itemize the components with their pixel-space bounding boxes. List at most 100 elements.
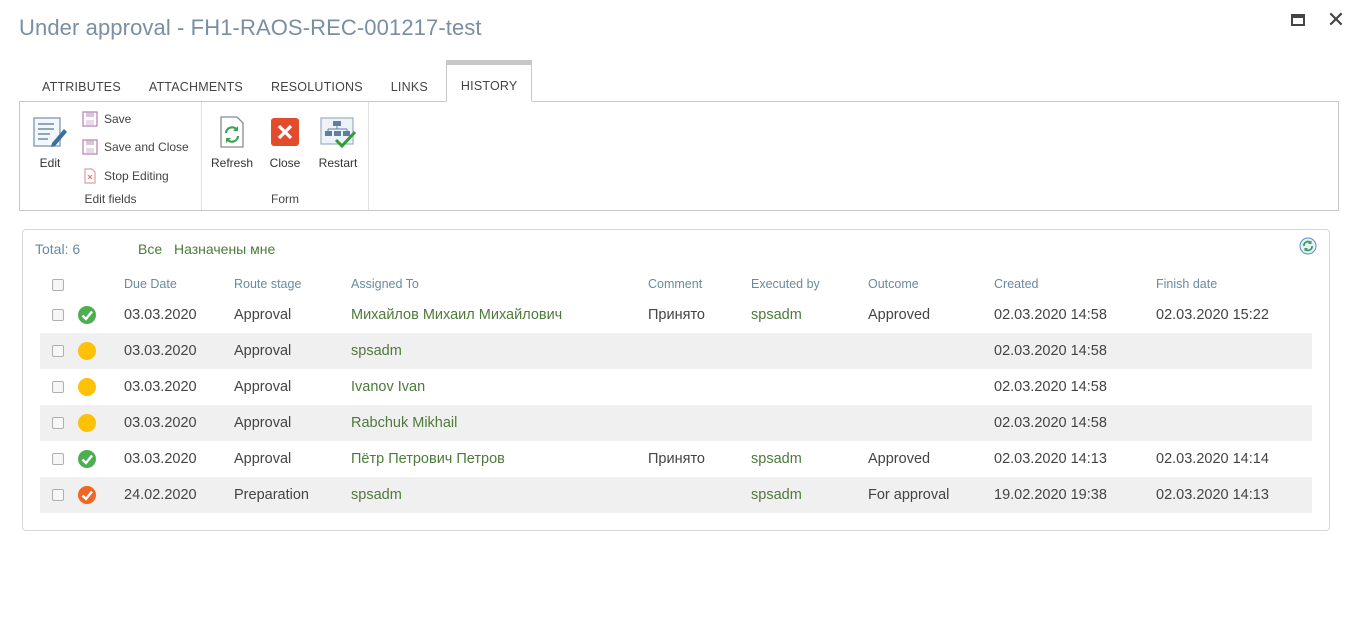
- comment-cell: [648, 405, 751, 441]
- restart-button[interactable]: Restart: [312, 114, 364, 170]
- assigned-to-link[interactable]: spsadm: [351, 477, 648, 513]
- created-cell: 02.03.2020 14:58: [994, 307, 1107, 323]
- close-button[interactable]: Close: [259, 114, 311, 170]
- created-cell: 02.03.2020 14:13: [994, 451, 1107, 467]
- assigned-to-link[interactable]: Rabchuk Mikhail: [351, 405, 648, 441]
- executed-by-link[interactable]: [751, 405, 868, 441]
- column-header[interactable]: Assigned To: [351, 271, 648, 297]
- row-checkbox[interactable]: [52, 309, 64, 322]
- select-all-checkbox[interactable]: [52, 278, 64, 291]
- save-icon: [82, 111, 98, 127]
- refresh-button[interactable]: Refresh: [206, 114, 258, 170]
- circle-icon: [78, 378, 96, 396]
- row-select-cell: [40, 369, 78, 405]
- maximize-button[interactable]: [1288, 10, 1308, 30]
- circle-icon: [78, 414, 96, 432]
- table-row[interactable]: 03.03.2020 Approval Михайлов Михаил Михайл…: [40, 297, 1312, 333]
- table-row[interactable]: 03.03.2020 Approval Ivanov Ivan 02.03.2020 …: [40, 369, 1312, 405]
- comment-cell: [648, 333, 751, 369]
- executed-by-link[interactable]: [751, 369, 868, 405]
- finish-date-cell: [1156, 369, 1312, 405]
- assigned-to-link[interactable]: spsadm: [351, 333, 648, 369]
- table-row[interactable]: 24.02.2020 Preparation spsadm spsadm For app…: [40, 477, 1312, 513]
- assigned-to-link[interactable]: Пётр Петрович Петров: [351, 441, 648, 477]
- outcome-cell: [868, 333, 994, 369]
- executed-by-link[interactable]: spsadm: [751, 441, 868, 477]
- column-header[interactable]: Finish date: [1156, 271, 1312, 297]
- filter-assigned-to-me[interactable]: Назначены мне: [174, 241, 275, 257]
- tab-bar: ATTRIBUTES ATTACHMENTS RESOLUTIONS LINKS…: [28, 60, 533, 102]
- save-and-close-button[interactable]: Save and Close: [82, 139, 189, 155]
- ribbon: Edit Save Save and Close Stop Editing Ed…: [19, 101, 1339, 211]
- row-checkbox[interactable]: [52, 417, 64, 430]
- column-header[interactable]: Route stage: [234, 271, 351, 297]
- due-date-cell: 03.03.2020: [124, 451, 197, 467]
- refresh-label: Refresh: [210, 156, 254, 170]
- comment-cell: Принято: [648, 307, 705, 323]
- row-checkbox[interactable]: [52, 453, 64, 466]
- outcome-cell: Approved: [868, 307, 931, 323]
- tab-attributes[interactable]: ATTRIBUTES: [28, 60, 135, 102]
- outcome-cell: For approval: [868, 477, 994, 513]
- column-header[interactable]: Comment: [648, 271, 751, 297]
- status-cell: [78, 297, 124, 333]
- comment-cell: [648, 477, 751, 513]
- finish-date-cell: [1156, 333, 1312, 369]
- check-circle-orange-icon: [78, 486, 96, 504]
- row-select-cell: [40, 441, 78, 477]
- refresh-list-icon[interactable]: [1299, 237, 1317, 255]
- restart-label: Restart: [318, 156, 358, 170]
- tab-attachments[interactable]: ATTACHMENTS: [135, 60, 257, 102]
- status-cell: [78, 369, 124, 405]
- close-label: Close: [269, 156, 301, 170]
- column-header[interactable]: Outcome: [868, 271, 994, 297]
- tab-links[interactable]: LINKS: [377, 60, 442, 102]
- total-count: Total: 6: [35, 241, 81, 257]
- row-select-cell: [40, 405, 78, 441]
- table-row[interactable]: 03.03.2020 Approval Пётр Петрович Петров Пр…: [40, 441, 1312, 477]
- status-header: [78, 271, 124, 297]
- comment-cell: Принято: [648, 451, 705, 467]
- created-cell: 19.02.2020 19:38: [994, 477, 1156, 513]
- due-date-cell: 03.03.2020: [124, 379, 197, 395]
- column-header[interactable]: Due Date: [124, 271, 234, 297]
- row-checkbox[interactable]: [52, 381, 64, 394]
- stop-editing-button[interactable]: Stop Editing: [82, 168, 169, 184]
- table-row[interactable]: 03.03.2020 Approval spsadm 02.03.2020 14:58: [40, 333, 1312, 369]
- created-cell: 02.03.2020 14:58: [994, 405, 1156, 441]
- tab-resolutions[interactable]: RESOLUTIONS: [257, 60, 377, 102]
- row-select-cell: [40, 297, 78, 333]
- route-stage-cell: Approval: [234, 307, 292, 323]
- due-date-cell: 03.03.2020: [124, 405, 234, 441]
- close-window-button[interactable]: ✕: [1326, 7, 1346, 32]
- check-circle-icon: [78, 450, 96, 468]
- row-checkbox[interactable]: [52, 489, 64, 502]
- table-row[interactable]: 03.03.2020 Approval Rabchuk Mikhail 02.03.2…: [40, 405, 1312, 441]
- refresh-doc-icon: [214, 114, 250, 150]
- tab-history[interactable]: HISTORY: [445, 60, 533, 102]
- edit-button[interactable]: Edit: [24, 114, 76, 170]
- save-label: Save: [104, 112, 132, 126]
- history-panel: Total: 6 Все Назначены мне Due Date Rout…: [22, 229, 1330, 531]
- filter-all[interactable]: Все: [138, 241, 162, 257]
- save-button[interactable]: Save: [82, 111, 131, 127]
- edit-fields-group: Edit Save Save and Close Stop Editing Ed…: [20, 102, 202, 210]
- assigned-to-link[interactable]: Ivanov Ivan: [351, 369, 648, 405]
- stop-editing-icon: [82, 168, 98, 184]
- column-header[interactable]: Created: [994, 271, 1156, 297]
- route-stage-cell: Approval: [234, 451, 292, 467]
- executed-by-link[interactable]: spsadm: [751, 477, 868, 513]
- created-cell: 02.03.2020 14:58: [994, 333, 1156, 369]
- assigned-to-link[interactable]: Михайлов Михаил Михайлович: [351, 297, 648, 333]
- row-select-cell: [40, 477, 78, 513]
- route-stage-cell: Approval: [234, 405, 351, 441]
- executed-by-link[interactable]: spsadm: [751, 297, 868, 333]
- outcome-cell: [868, 369, 994, 405]
- close-red-icon: [267, 114, 303, 150]
- outcome-cell: Approved: [868, 451, 931, 467]
- close-icon: ✕: [1326, 7, 1346, 32]
- column-header[interactable]: Executed by: [751, 271, 868, 297]
- route-stage-cell: Approval: [234, 379, 292, 395]
- executed-by-link[interactable]: [751, 333, 868, 369]
- row-checkbox[interactable]: [52, 345, 64, 358]
